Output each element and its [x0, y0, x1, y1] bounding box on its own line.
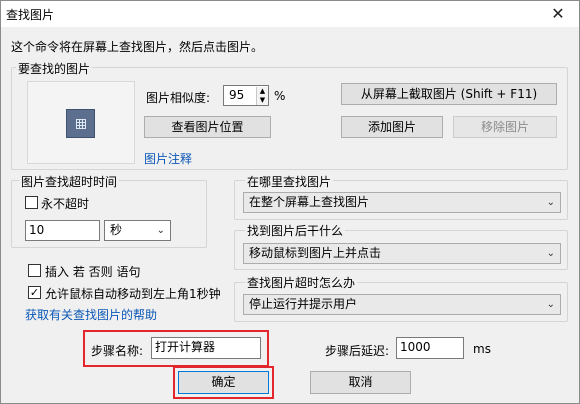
step-name-label: 步骤名称: [91, 344, 144, 358]
step-name-value: 打开计算器 [155, 340, 216, 354]
allow-mouse-move-checkbox[interactable]: ✓ [28, 286, 41, 299]
after-found-selected: 移动鼠标到图片上并点击 [249, 246, 382, 260]
insert-if-else-checkbox[interactable] [28, 264, 41, 277]
insert-if-else-label: 插入 若 否则 语句 [45, 265, 141, 279]
chevron-down-icon: ⌄ [546, 248, 555, 259]
never-timeout-checkbox[interactable] [25, 196, 38, 209]
timeout-value-input[interactable]: 10 [25, 220, 100, 241]
help-link[interactable]: 获取有关查找图片的帮助 [25, 306, 157, 323]
title-bar: 查找图片 ✕ [1, 1, 579, 27]
find-image-dialog: 查找图片 ✕ 这个命令将在屏幕上查找图片，然后点击图片。 要查找的图片 图片相似… [0, 0, 580, 404]
step-delay-unit: ms [473, 342, 491, 356]
spin-down-icon[interactable]: ▼ [256, 96, 268, 105]
step-name-input[interactable]: 打开计算器 [151, 337, 261, 359]
image-group-legend: 要查找的图片 [16, 60, 93, 77]
where-label: 在哪里查找图片 [245, 173, 334, 190]
step-delay-input[interactable]: 1000 [396, 337, 464, 359]
view-image-location-button[interactable]: 查看图片位置 [144, 116, 271, 138]
spin-up-icon[interactable]: ▲ [256, 87, 268, 96]
step-delay-value: 1000 [400, 340, 431, 354]
timeout-group-legend: 图片查找超时时间 [19, 173, 120, 190]
add-image-button[interactable]: 添加图片 [341, 116, 443, 138]
allow-mouse-move-label: 允许鼠标自动移动到左上角1秒钟 [45, 287, 221, 301]
check-icon: ✓ [29, 286, 40, 299]
chevron-down-icon: ⌄ [156, 225, 165, 236]
where-select[interactable]: 在整个屏幕上查找图片 ⌄ [243, 192, 561, 213]
remove-image-button[interactable]: 移除图片 [453, 116, 557, 138]
percent-sign: % [274, 89, 286, 103]
timeout-unit-select[interactable]: 秒 ⌄ [104, 220, 171, 241]
chevron-down-icon: ⌄ [546, 197, 555, 208]
similarity-stepper[interactable]: 95 ▲ ▼ [223, 85, 269, 106]
ok-button[interactable]: 确定 [178, 371, 269, 394]
similarity-value: 95 [229, 88, 245, 102]
similarity-label: 图片相似度: [146, 91, 211, 105]
where-selected: 在整个屏幕上查找图片 [249, 195, 370, 209]
image-note-link[interactable]: 图片注释 [144, 150, 192, 167]
never-timeout-label: 永不超时 [41, 197, 90, 211]
on-timeout-label: 查找图片超时怎么办 [245, 274, 358, 291]
cancel-button[interactable]: 取消 [310, 371, 411, 394]
after-found-select[interactable]: 移动鼠标到图片上并点击 ⌄ [243, 243, 561, 264]
on-timeout-select[interactable]: 停止运行并提示用户 ⌄ [243, 294, 561, 315]
close-icon[interactable]: ✕ [543, 2, 573, 26]
chevron-down-icon: ⌄ [546, 299, 555, 310]
intro-text: 这个命令将在屏幕上查找图片，然后点击图片。 [11, 40, 264, 54]
timeout-unit-value: 秒 [110, 223, 123, 237]
image-preview [27, 81, 135, 164]
on-timeout-selected: 停止运行并提示用户 [249, 297, 358, 311]
capture-from-screen-button[interactable]: 从屏幕上截取图片 (Shift + F11) [341, 83, 557, 105]
window-title: 查找图片 [6, 8, 55, 22]
step-delay-label: 步骤后延迟: [325, 344, 390, 358]
image-preview-icon [66, 109, 95, 138]
after-found-label: 找到图片后干什么 [245, 222, 346, 239]
timeout-value: 10 [29, 223, 45, 237]
